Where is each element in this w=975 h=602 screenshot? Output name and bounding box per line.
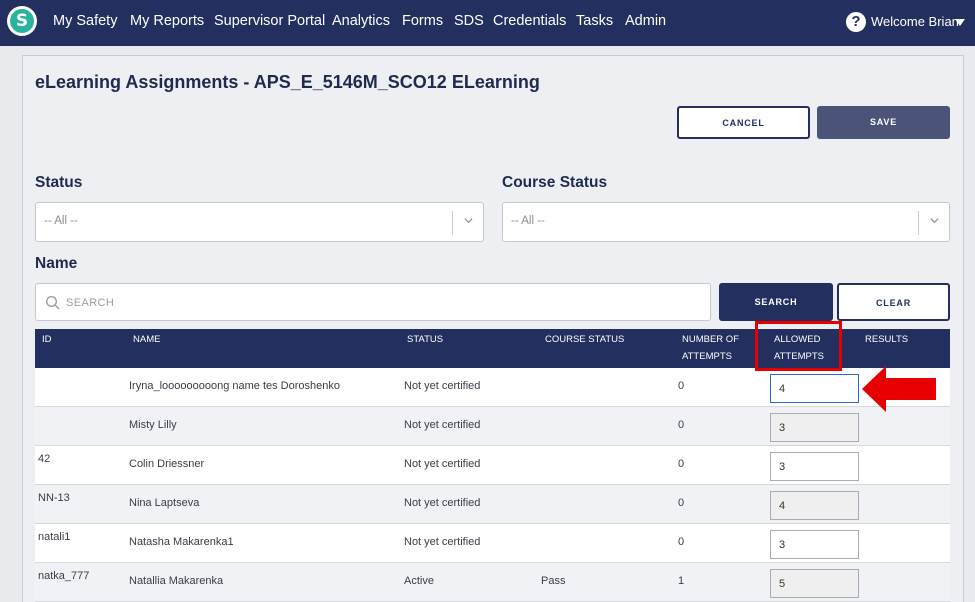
cell-status: Active (404, 575, 434, 587)
welcome-user-menu[interactable]: Welcome Brian (871, 14, 959, 29)
search-button[interactable]: SEARCH (719, 283, 833, 321)
allowed-attempts-input[interactable] (770, 413, 859, 442)
table-row: NN-13 Nina Laptseva Not yet certified 0 (35, 485, 950, 524)
cell-attempts: 0 (678, 380, 685, 392)
column-header-attempts-line1[interactable]: NUMBER OF (682, 331, 739, 348)
cell-status: Not yet certified (404, 497, 481, 509)
course-status-select[interactable]: -- All -- (502, 202, 950, 242)
save-button[interactable]: SAVE (817, 106, 950, 139)
cell-attempts: 0 (678, 458, 685, 470)
nav-my-safety[interactable]: My Safety (53, 13, 117, 29)
cell-status: Not yet certified (404, 458, 481, 470)
nav-admin[interactable]: Admin (625, 13, 666, 29)
name-filter-label: Name (35, 255, 78, 272)
allowed-attempts-input[interactable] (770, 491, 859, 520)
cell-status: Not yet certified (404, 536, 481, 548)
allowed-attempts-input[interactable] (770, 452, 859, 481)
chevron-down-icon[interactable] (955, 19, 965, 26)
allowed-attempts-input[interactable] (770, 569, 859, 598)
nav-credentials[interactable]: Credentials (493, 13, 566, 29)
cell-id: natka_777 (38, 570, 90, 582)
cancel-button[interactable]: CANCEL (677, 106, 810, 139)
cell-name: Natasha Makarenka1 (129, 536, 234, 548)
cell-attempts: 1 (678, 575, 685, 587)
nav-analytics[interactable]: Analytics (332, 13, 390, 29)
cell-course-status: Pass (541, 575, 566, 587)
column-header-status[interactable]: STATUS (407, 331, 443, 348)
annotation-highlight-box (755, 321, 842, 371)
select-divider (452, 211, 453, 235)
chevron-down-icon (464, 218, 473, 224)
clear-button[interactable]: CLEAR (837, 283, 950, 321)
cell-attempts: 0 (678, 497, 685, 509)
cell-attempts: 0 (678, 419, 685, 431)
cell-name: Nina Laptseva (129, 497, 200, 509)
search-input[interactable] (66, 294, 666, 312)
cell-id: 42 (38, 453, 51, 465)
nav-tasks[interactable]: Tasks (576, 13, 613, 29)
select-divider (918, 211, 919, 235)
cell-name: Natallia Makarenka (129, 575, 224, 587)
status-filter-label: Status (35, 174, 83, 191)
top-navigation-bar: S My Safety My Reports Supervisor Portal… (0, 0, 975, 46)
cell-status: Not yet certified (404, 380, 481, 392)
cell-name: Iryna_looooooooong name tes Doroshenko (129, 380, 340, 392)
column-header-attempts-line2[interactable]: ATTEMPTS (682, 348, 732, 365)
column-header-course-status[interactable]: COURSE STATUS (545, 331, 624, 348)
cell-id: NN-13 (38, 492, 70, 504)
nav-supervisor-portal[interactable]: Supervisor Portal (214, 13, 325, 29)
nav-my-reports[interactable]: My Reports (130, 13, 204, 29)
course-status-select-value: -- All -- (511, 215, 545, 227)
status-select[interactable]: -- All -- (35, 202, 484, 242)
allowed-attempts-input[interactable] (770, 530, 859, 559)
logo-letter: S (10, 9, 34, 33)
course-status-filter-label: Course Status (502, 174, 608, 191)
app-logo[interactable]: S (7, 6, 37, 36)
nav-forms[interactable]: Forms (402, 13, 443, 29)
column-header-name[interactable]: NAME (133, 331, 160, 348)
table-row: natka_777 Natallia Makarenka Active Pass… (35, 563, 950, 602)
column-header-results[interactable]: RESULTS (865, 331, 908, 348)
search-icon (45, 295, 60, 310)
chevron-down-icon (930, 218, 939, 224)
table-row: Misty Lilly Not yet certified 0 (35, 407, 950, 446)
table-row: natali1 Natasha Makarenka1 Not yet certi… (35, 524, 950, 563)
annotation-arrow-icon (862, 366, 936, 412)
page-title: eLearning Assignments - APS_E_5146M_SCO1… (35, 72, 540, 92)
table-row: Iryna_looooooooong name tes Doroshenko N… (35, 368, 950, 407)
help-icon[interactable]: ? (846, 12, 866, 32)
cell-status: Not yet certified (404, 419, 481, 431)
cell-attempts: 0 (678, 536, 685, 548)
cell-id: natali1 (38, 531, 71, 543)
cell-name: Colin Driessner (129, 458, 205, 470)
nav-sds[interactable]: SDS (454, 13, 484, 29)
cell-name: Misty Lilly (129, 419, 177, 431)
table-row: 42 Colin Driessner Not yet certified 0 (35, 446, 950, 485)
status-select-value: -- All -- (44, 215, 78, 227)
name-search-field[interactable] (35, 283, 711, 321)
allowed-attempts-input[interactable] (770, 374, 859, 403)
column-header-id[interactable]: ID (42, 331, 52, 348)
